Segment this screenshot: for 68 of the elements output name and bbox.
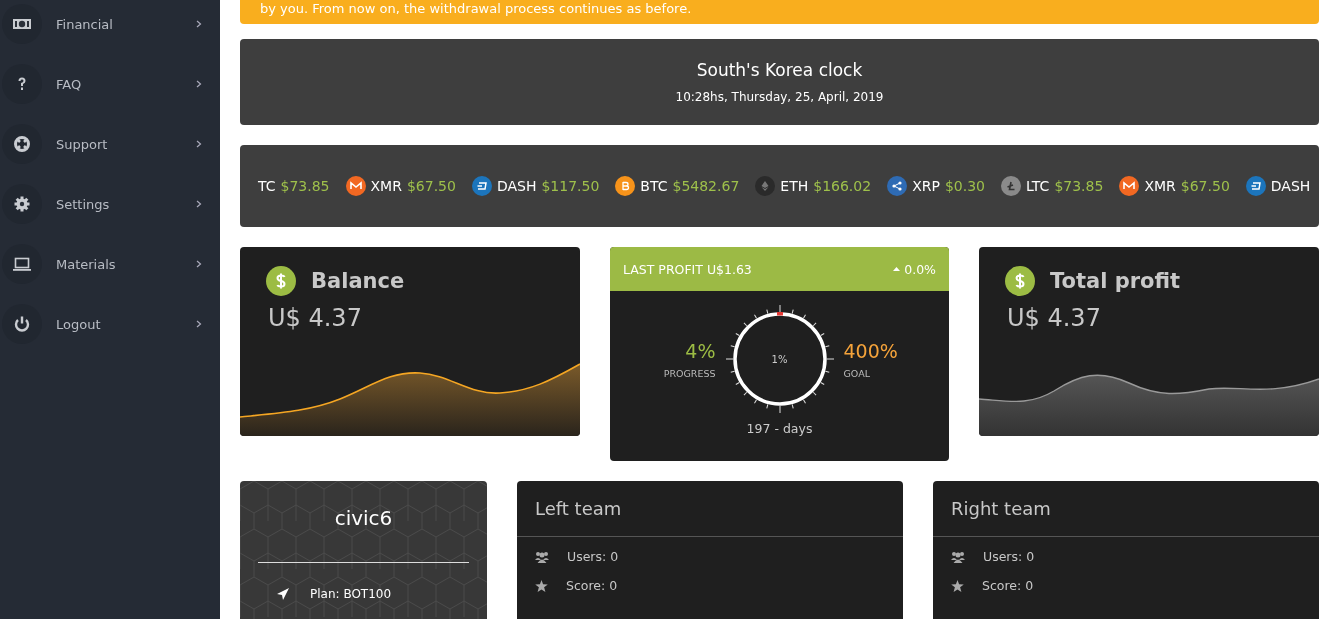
coin-symbol: LTC	[1026, 178, 1050, 194]
team-title: Right team	[933, 481, 1319, 537]
coin-price: $67.50	[1180, 178, 1230, 194]
goal-value: 400%	[843, 339, 899, 362]
gauge-value: 1%	[771, 353, 788, 365]
coin-icon	[755, 176, 776, 196]
coin-price: $73.85	[280, 178, 330, 194]
chevron-icon	[196, 320, 202, 328]
team-title: Left team	[517, 481, 903, 537]
users-count: Users: 0	[983, 549, 1035, 564]
sidebar-item[interactable]: Settings	[0, 174, 220, 234]
coin-icon	[615, 176, 636, 196]
coin-symbol: DASH	[1270, 178, 1311, 194]
sidebar-item[interactable]: Financial	[0, 0, 220, 54]
users-icon	[535, 550, 549, 563]
star-icon	[535, 579, 548, 592]
coin-symbol: ETH	[780, 178, 809, 194]
users-count: Users: 0	[567, 549, 619, 564]
coin-price: $67.50	[406, 178, 456, 194]
chevron-icon	[196, 80, 202, 88]
notice-text: by you. From now on, the withdrawal process continues as before.	[260, 1, 692, 16]
coin-symbol: XMR	[370, 178, 402, 194]
balance-amount: U$ 4.37	[267, 303, 363, 332]
sidebar-item[interactable]: Support	[0, 114, 220, 174]
total-profit-amount: U$ 4.37	[1006, 303, 1102, 332]
coin-price: $117.50	[541, 178, 600, 194]
coin-icon	[1001, 176, 1021, 196]
coin-price: $166.02	[813, 178, 872, 194]
plan-text: Plan: BOT100	[310, 587, 392, 601]
score-text: Score: 0	[566, 578, 618, 593]
coin-symbol: TC	[258, 178, 276, 194]
coin-icon	[1119, 176, 1140, 196]
card-title: Total profit	[1050, 269, 1181, 293]
profit-change: 0.0%	[904, 261, 936, 277]
chevron-icon	[196, 260, 202, 268]
progress-label: PROGRESS	[663, 367, 716, 379]
username: civic6	[333, 505, 394, 530]
coin-symbol: XMR	[1144, 178, 1176, 194]
send-icon	[276, 587, 290, 601]
card-title: Balance	[311, 269, 405, 293]
sidebar-item[interactable]: Logout	[0, 294, 220, 354]
coin-symbol: BTC	[640, 178, 668, 194]
progress-value: 4%	[685, 339, 716, 362]
coin-price: $0.30	[944, 178, 985, 194]
chevron-icon	[196, 20, 202, 28]
star-icon	[951, 579, 964, 592]
coin-icon	[887, 176, 908, 196]
coin-price: $73.85	[1054, 178, 1104, 194]
coin-icon	[471, 176, 492, 196]
coin-price: $5482.67	[672, 178, 740, 194]
coin-symbol: XRP	[912, 178, 940, 194]
sidebar-item[interactable]: FAQ	[0, 54, 220, 114]
score-text: Score: 0	[982, 578, 1034, 593]
clock-time: 10:28hs, Thursday, 25, April, 2019	[675, 90, 884, 104]
days-text: 197 - days	[745, 421, 814, 436]
dollar-icon	[1005, 266, 1035, 296]
coin-symbol: DASH	[496, 178, 537, 194]
last-profit-text: LAST PROFIT U$1.63	[623, 261, 752, 277]
users-icon	[951, 550, 965, 563]
clock-title: South's Korea clock	[696, 60, 863, 80]
goal-label: GOAL	[843, 367, 871, 379]
dollar-icon	[266, 266, 296, 296]
caret-up-icon	[893, 267, 901, 271]
coin-icon	[1245, 176, 1266, 196]
chevron-icon	[196, 140, 202, 148]
sidebar-item[interactable]: Materials	[0, 234, 220, 294]
chevron-icon	[196, 200, 202, 208]
coin-icon	[345, 176, 366, 196]
